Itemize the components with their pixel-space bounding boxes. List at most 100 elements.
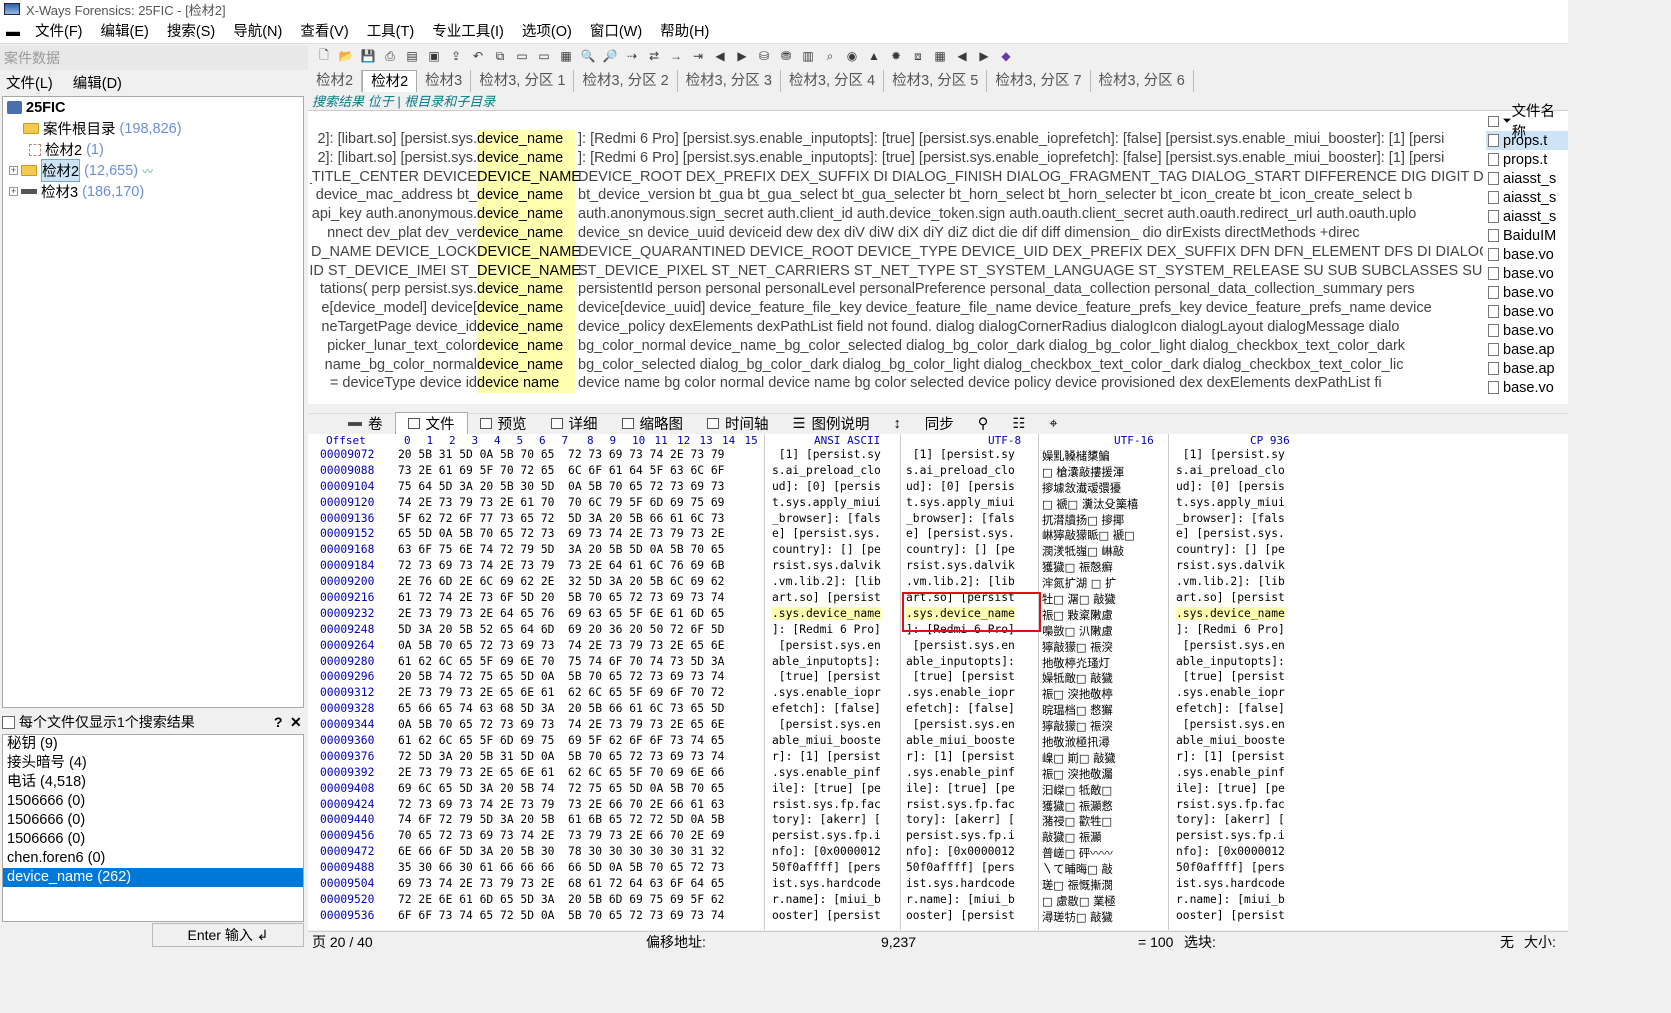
fill-icon[interactable]: ▦: [558, 48, 574, 64]
hex-row[interactable]: 00009136 5F 62 72 6F 77 73 65 72 5D 3A 20…: [308, 512, 1568, 528]
file-row[interactable]: base.vo: [1486, 283, 1568, 302]
result-row[interactable]: D_NAME DEVICE_LOCK DEVICE_NAME DEVICE_QUA…: [308, 242, 1483, 262]
file-row[interactable]: base.ap: [1486, 359, 1568, 378]
hex-row[interactable]: 00009072 20 5B 31 5D 0A 5B 70 65 72 73 69…: [308, 448, 1568, 464]
export-icon[interactable]: ⇪: [448, 48, 464, 64]
tab-evidence[interactable]: 检材3, 分区 1: [471, 70, 575, 92]
menu-search[interactable]: 搜索(S): [158, 20, 224, 41]
layout-icon[interactable]: ⧈: [910, 48, 926, 64]
result-row[interactable]: _TITLE_CENTER DEVICE DEVICE_NAME DEVICE_R…: [308, 167, 1483, 187]
tab-evidence[interactable]: 检材3, 分区 5: [884, 70, 988, 92]
resize-icon[interactable]: ↕: [882, 416, 913, 432]
option-checkbox[interactable]: [2, 715, 15, 729]
book-icon[interactable]: ◆: [998, 48, 1014, 64]
result-row[interactable]: nnect dev_plat dev_ver device_name device…: [308, 224, 1483, 243]
tab-evidence[interactable]: 检材3, 分区 4: [781, 70, 885, 92]
gallery-icon[interactable]: ▲: [866, 48, 882, 64]
view-sync[interactable]: 同步: [913, 413, 966, 434]
view-legend[interactable]: ☰ 图例说明: [781, 413, 882, 434]
hex-row[interactable]: 00009264 0A 5B 70 65 72 73 69 73 74 2E 73…: [308, 639, 1568, 655]
result-row[interactable]: device_mac_address bt_ device_name bt_devi…: [308, 186, 1483, 206]
search-term-item-selected[interactable]: device_name (262): [3, 868, 303, 887]
result-row[interactable]: e[device_model] device[device_name device…: [308, 299, 1483, 319]
hex-row[interactable]: 00009456 70 65 72 73 69 73 74 2E 73 79 73…: [308, 829, 1568, 845]
hex-row[interactable]: 00009424 72 73 69 73 74 2E 73 79 73 2E 66…: [308, 798, 1568, 814]
hex-row[interactable]: 00009104 75 64 5D 3A 20 5B 30 5D 0A 5B 70…: [308, 480, 1568, 496]
hex-row[interactable]: 00009120 74 2E 73 79 73 2E 61 70 70 6C 79…: [308, 496, 1568, 512]
search-icon[interactable]: ⌕: [822, 48, 838, 64]
hex-row[interactable]: 00009296 20 5B 74 72 75 65 5D 0A 5B 70 65…: [308, 670, 1568, 686]
hex-row[interactable]: 00009088 73 2E 61 69 5F 70 72 65 6C 6F 61…: [308, 464, 1568, 480]
hex-row[interactable]: 00009408 69 6C 65 5D 3A 20 5B 74 72 75 65…: [308, 782, 1568, 798]
tab-evidence[interactable]: 检材2: [308, 70, 363, 92]
file-row[interactable]: props.t: [1486, 150, 1568, 169]
analysis-icon[interactable]: ◉: [844, 48, 860, 64]
tree-node-case[interactable]: 25FIC: [3, 97, 303, 118]
search-term-item[interactable]: chen.foren6 (0): [3, 849, 303, 868]
calculator-icon[interactable]: ▥: [800, 48, 816, 64]
case-menu-file[interactable]: 文件(L): [6, 72, 53, 93]
tools-icon[interactable]: ▣: [426, 48, 442, 64]
case-menu-edit[interactable]: 编辑(D): [73, 72, 122, 93]
menu-help[interactable]: 帮助(H): [651, 20, 718, 41]
hex-row[interactable]: 00009440 74 6F 72 79 5D 3A 20 5B 61 6B 65…: [308, 813, 1568, 829]
file-row[interactable]: base.vo: [1486, 245, 1568, 264]
menu-tools[interactable]: 工具(T): [358, 20, 424, 41]
view-preview[interactable]: 预览: [468, 413, 539, 434]
find-text-icon[interactable]: 🔍: [580, 48, 596, 64]
search-term-item[interactable]: 秘钥 (9): [3, 735, 303, 754]
file-row[interactable]: base.vo: [1486, 302, 1568, 321]
tab-evidence[interactable]: 检材3, 分区 6: [1091, 70, 1194, 92]
tab-evidence-active[interactable]: 检材2: [362, 70, 418, 92]
file-row[interactable]: base.vo: [1486, 378, 1568, 397]
hex-row[interactable]: 00009472 6E 66 6F 5D 3A 20 5B 30 78 30 30…: [308, 845, 1568, 861]
disk-tool-icon[interactable]: ⛁: [756, 48, 772, 64]
ram-icon[interactable]: ⛃: [778, 48, 794, 64]
hex-row[interactable]: 00009280 61 62 6C 65 5F 69 6E 70 75 74 6F…: [308, 655, 1568, 671]
file-row[interactable]: base.vo: [1486, 264, 1568, 283]
result-row[interactable]: picker_lunar_text_color device_name bg_co…: [308, 336, 1483, 356]
menu-edit[interactable]: 编辑(E): [92, 20, 158, 41]
menu-file[interactable]: 文件(F): [26, 20, 92, 41]
open-folder-icon[interactable]: 📂: [338, 48, 354, 64]
menu-window[interactable]: 窗口(W): [581, 20, 651, 41]
hex-row[interactable]: 00009392 2E 73 79 73 2E 65 6E 61 62 6C 65…: [308, 766, 1568, 782]
hex-row[interactable]: 00009376 72 5D 3A 20 5B 31 5D 0A 5B 70 65…: [308, 750, 1568, 766]
tree-node-root[interactable]: 案件根目录 (198,826): [3, 118, 303, 139]
enter-input-button[interactable]: Enter 输入 ↲: [152, 923, 304, 947]
result-row[interactable]: 2]: [libart.so] [persist.sys. device_name…: [308, 130, 1483, 149]
find-next-icon[interactable]: ⇢: [624, 48, 640, 64]
search-term-item[interactable]: 1506666 (0): [3, 830, 303, 849]
view-details[interactable]: 详细: [539, 413, 610, 434]
replace-icon[interactable]: ⇄: [646, 48, 662, 64]
view-thumbnails[interactable]: 缩略图: [610, 413, 696, 434]
goto-sector-icon[interactable]: ⇥: [690, 48, 706, 64]
file-row[interactable]: aiasst_s: [1486, 207, 1568, 226]
grid-icon[interactable]: ▦: [932, 48, 948, 64]
result-row[interactable]: api_key auth.anonymous. device_name auth.a…: [308, 205, 1483, 225]
view-file[interactable]: 文件: [394, 412, 468, 435]
hex-row[interactable]: 00009184 72 73 69 73 74 2E 73 79 73 2E 64…: [308, 559, 1568, 575]
target-icon[interactable]: ⌖: [1037, 416, 1069, 432]
hex-row[interactable]: 00009168 63 6F 75 6E 74 72 79 5D 3A 20 5B…: [308, 543, 1568, 559]
hex-row[interactable]: 00009312 2E 73 79 73 2E 65 6E 61 62 6C 65…: [308, 686, 1568, 702]
result-row[interactable]: tations( perp persist.sys. device_name per…: [308, 280, 1483, 300]
undo-icon[interactable]: ↶: [470, 48, 486, 64]
properties-icon[interactable]: ▤: [404, 48, 420, 64]
paste-special-icon[interactable]: ▭: [536, 48, 552, 64]
result-row[interactable]: name_bg_color_normal device_name bg_color…: [308, 355, 1483, 375]
hex-row[interactable]: 00009328 65 66 65 74 63 68 5D 3A 20 5B 66…: [308, 702, 1568, 718]
search-term-item[interactable]: 接头暗号 (4): [3, 754, 303, 773]
tree-node-evidence2-partial[interactable]: 检材2 (1): [3, 139, 303, 160]
tree-node-evidence3[interactable]: + 检材3 (186,170): [3, 181, 303, 202]
menu-options[interactable]: 选项(O): [513, 20, 581, 41]
hex-row[interactable]: 00009344 0A 5B 70 65 72 73 69 73 74 2E 73…: [308, 718, 1568, 734]
close-icon[interactable]: ✕: [290, 714, 302, 731]
tree-node-evidence2[interactable]: + 检材2 (12,655) 〰: [3, 159, 303, 182]
expand-icon[interactable]: +: [9, 166, 18, 175]
hex-row[interactable]: 00009360 61 62 6C 65 5F 6D 69 75 69 5F 62…: [308, 734, 1568, 750]
system-menu-icon[interactable]: ▬: [6, 23, 26, 39]
prev-hit-icon[interactable]: ◀: [954, 48, 970, 64]
result-row[interactable]: = deviceType device id device name device…: [308, 374, 1483, 394]
settings-icon[interactable]: ✹: [888, 48, 904, 64]
